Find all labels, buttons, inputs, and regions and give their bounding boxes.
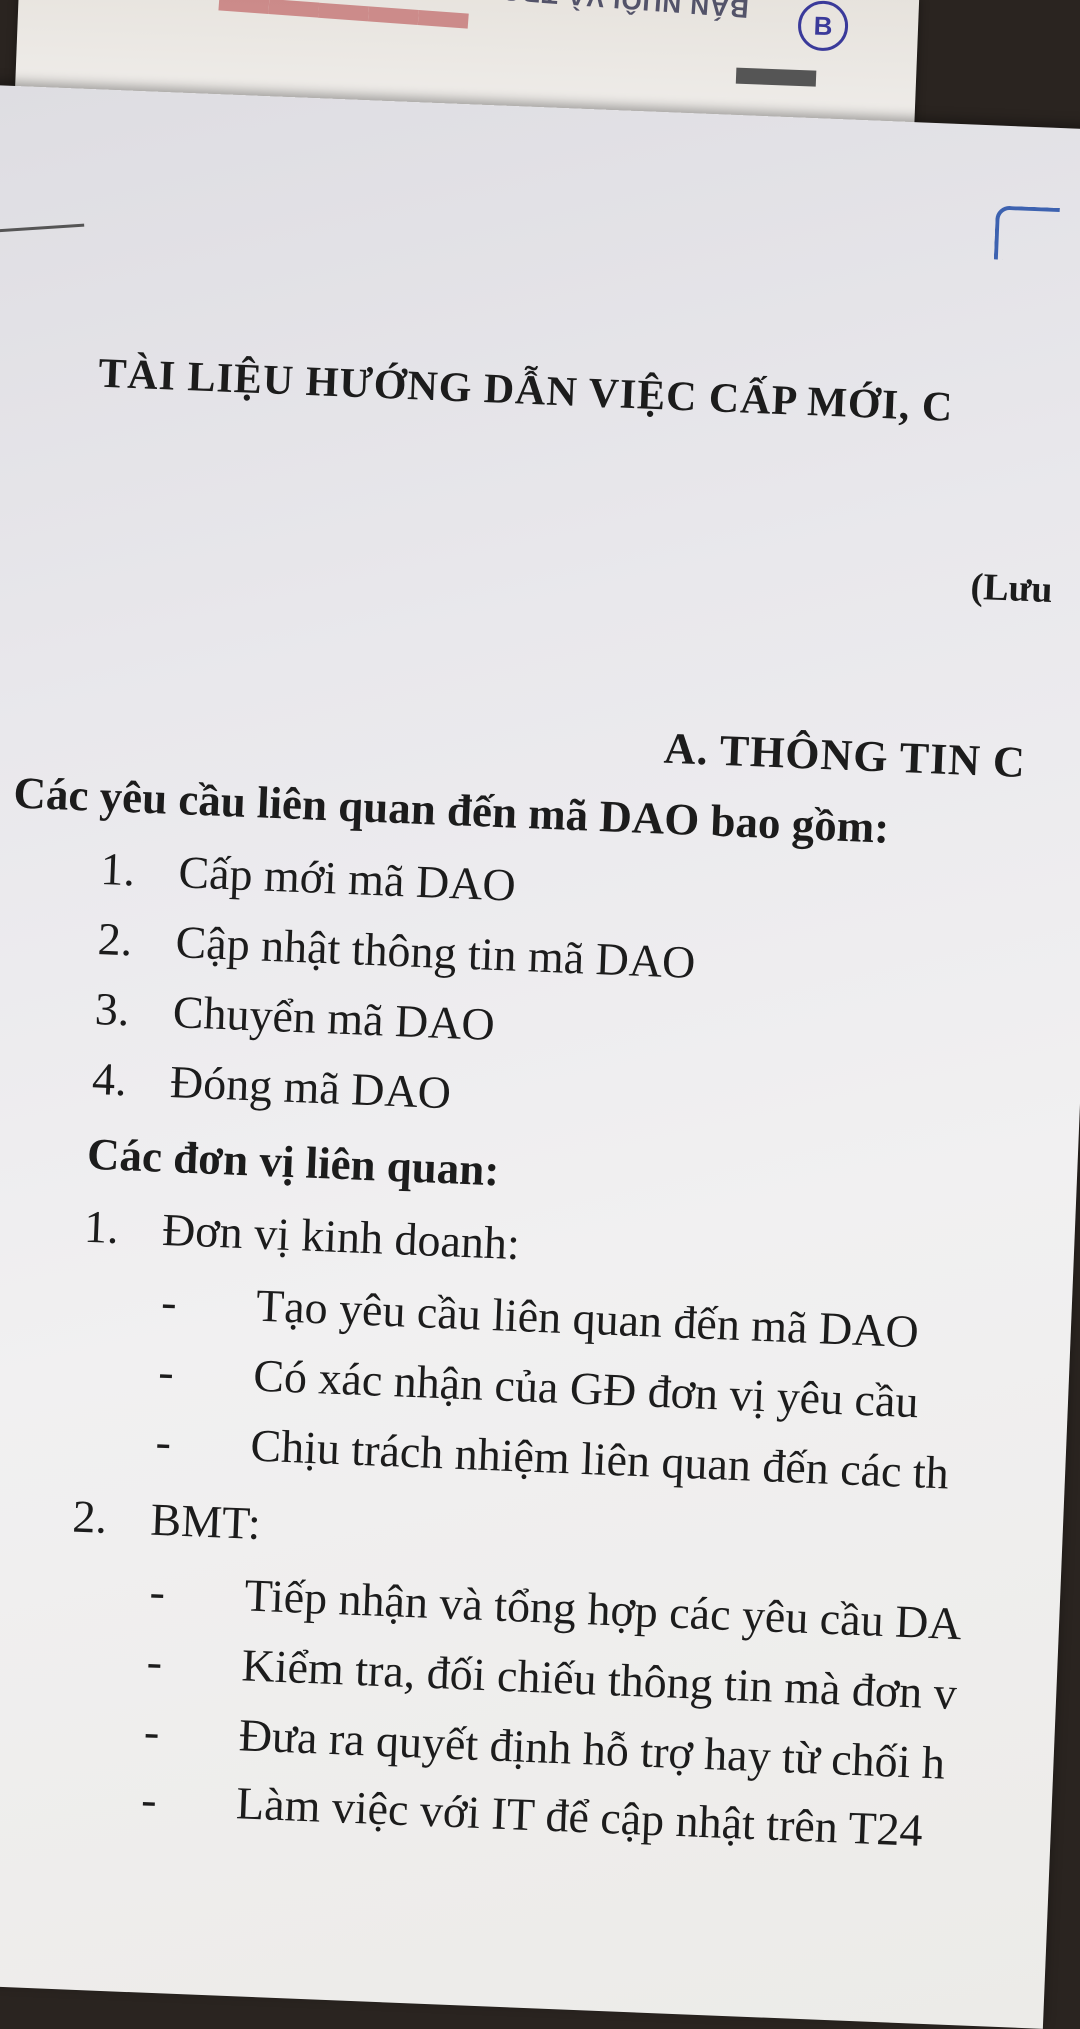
dash-bullet: - (145, 1635, 164, 1688)
task-text: Làm việc với IT để cập nhật trên T24 (235, 1777, 924, 1856)
pen-mark (0, 223, 85, 234)
document-page: TÀI LIỆU HƯỚNG DẪN VIỆC CẤP MỚI, C (Lưu … (0, 85, 1080, 2029)
list-number: 3. (94, 982, 131, 1036)
list-number: 1. (83, 1200, 120, 1254)
list-number: 4. (91, 1052, 128, 1106)
background-label (735, 67, 817, 87)
task-text: Kiểm tra, đối chiếu thông tin mà đơn v (240, 1639, 958, 1720)
dash-bullet: - (154, 1415, 173, 1468)
list-item: 3. Chuyển mã DAO (94, 982, 496, 1051)
task-item: - Tạo yêu cầu liên quan đến mã DAO (160, 1275, 919, 1358)
list-text: Cập nhật thông tin mã DAO (174, 916, 697, 988)
blue-ink-mark (993, 205, 1060, 262)
task-text: Tạo yêu cầu liên quan đến mã DAO (255, 1279, 920, 1358)
background-logo: B (797, 0, 850, 52)
units-heading: Các đơn vị liên quan: (86, 1128, 501, 1196)
unit-name: BMT: (149, 1493, 262, 1550)
dash-bullet: - (143, 1705, 161, 1758)
task-item: - Có xác nhận của GĐ đơn vị yêu cầu (157, 1345, 919, 1428)
unit-name: Đơn vị kinh doanh: (161, 1203, 521, 1270)
unit-item: 1. Đơn vị kinh doanh: (83, 1200, 521, 1270)
task-text: Có xác nhận của GĐ đơn vị yêu cầu (252, 1349, 920, 1428)
list-text: Cấp mới mã DAO (177, 846, 517, 911)
list-text: Chuyển mã DAO (171, 986, 496, 1050)
requests-heading: Các yêu cầu liên quan đến mã DAO bao gồm… (12, 767, 891, 853)
dash-bullet: - (140, 1773, 158, 1826)
dash-bullet: - (148, 1565, 167, 1618)
list-item: 2. Cập nhật thông tin mã DAO (97, 912, 697, 989)
dash-bullet: - (157, 1345, 175, 1398)
dash-bullet: - (160, 1275, 178, 1328)
task-text: Tiếp nhận và tổng hợp các yêu cầu DA (243, 1569, 963, 1650)
document-note: (Lưu (969, 565, 1054, 612)
task-item: - Chịu trách nhiệm liên quan đến các th (155, 1415, 950, 1500)
document-title: TÀI LIỆU HƯỚNG DẪN VIỆC CẤP MỚI, C (97, 350, 955, 431)
task-text: Đưa ra quyết định hỗ trợ hay từ chối h (237, 1709, 946, 1789)
list-text: Đóng mã DAO (169, 1056, 453, 1119)
section-heading: A. THÔNG TIN C (662, 723, 1027, 788)
list-number: 2. (96, 913, 134, 966)
list-number: 1. (99, 843, 137, 896)
task-item: - Làm việc với IT để cập nhật trên T24 (140, 1772, 923, 1856)
list-number: 2. (71, 1490, 109, 1543)
list-item: 1. Cấp mới mã DAO (100, 842, 517, 912)
task-text: Chịu trách nhiệm liên quan đến các th (249, 1419, 950, 1499)
unit-item: 2. BMT: (72, 1489, 262, 1550)
list-item: 4. Đóng mã DAO (91, 1052, 452, 1119)
background-sheet-text: BÁN NUÔI VÀ TRONG (458, 0, 749, 24)
task-item: - Tiếp nhận và tổng hợp các yêu cầu DA (149, 1565, 963, 1651)
task-item: - Kiểm tra, đối chiếu thông tin mà đơn v (146, 1635, 958, 1720)
background-stamp: ▬▬▬▬▬ (216, 0, 470, 59)
